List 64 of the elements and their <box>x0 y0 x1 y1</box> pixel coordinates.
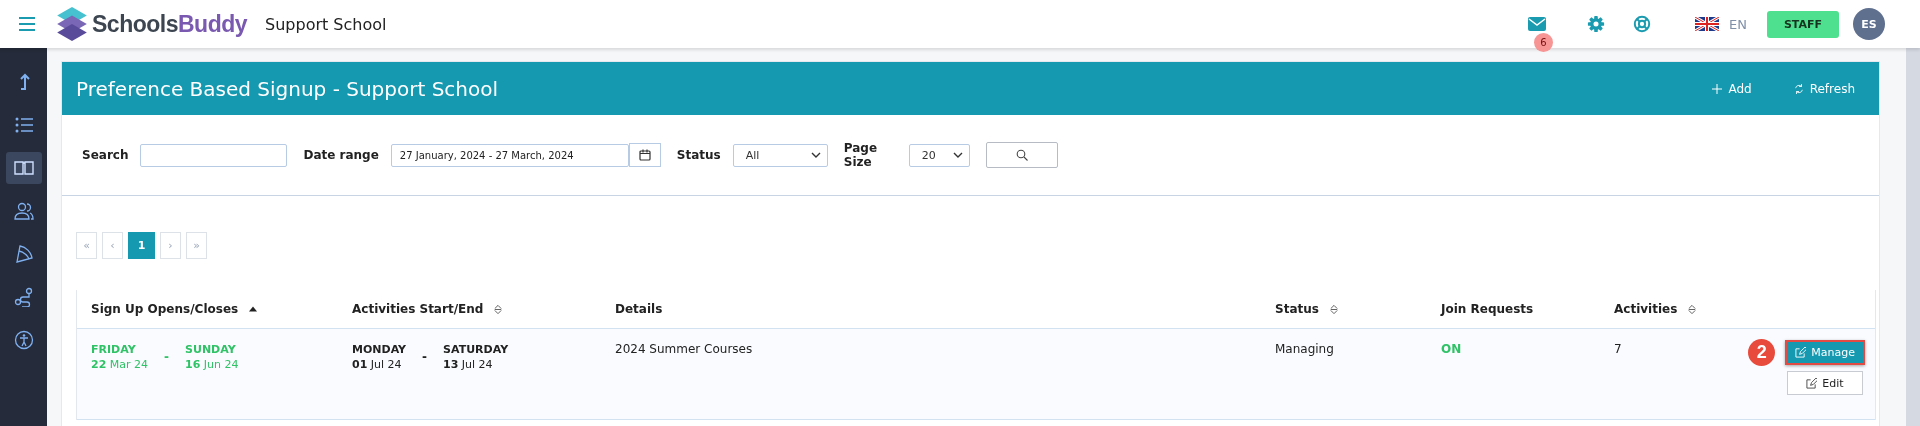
range-dash: - <box>164 349 170 364</box>
join-requests-cell: ON <box>1441 342 1462 356</box>
user-avatar[interactable]: ES <box>1853 8 1885 40</box>
status-select[interactable]: All <box>732 143 828 167</box>
page-size-label: Page Size <box>843 141 879 169</box>
step-badge: 2 <box>1748 339 1776 366</box>
school-name: Support School <box>265 14 387 34</box>
column-header[interactable]: Sign Up Opens/Closes <box>91 302 239 316</box>
sort-icon[interactable] <box>1328 303 1339 315</box>
activities-cell: 7 <box>1614 342 1622 356</box>
panel-title: Preference Based Signup - Support School <box>76 76 499 101</box>
settings-icon[interactable] <box>1587 15 1606 33</box>
logo-icon <box>56 6 88 42</box>
refresh-icon <box>1793 83 1804 94</box>
sort-icon[interactable] <box>493 303 504 315</box>
menu-icon[interactable] <box>18 15 36 33</box>
book-nav-item[interactable] <box>5 152 42 184</box>
search-icon <box>1015 149 1028 161</box>
status-label: Status <box>676 148 721 162</box>
date-label: 16 Jun 24 <box>185 357 239 372</box>
date-range-label: Date range <box>303 148 379 162</box>
users-icon <box>13 201 34 221</box>
column-header[interactable]: Join Requests <box>1441 302 1534 316</box>
date-label: 13 Jul 24 <box>443 357 494 372</box>
weekday-label: SATURDAY <box>443 342 509 357</box>
notification-badge: 6 <box>1534 33 1554 52</box>
pizza-slice-icon <box>13 244 34 264</box>
flag-icon[interactable] <box>1695 17 1720 31</box>
range-dash: - <box>422 349 428 364</box>
brand-name: SchoolsBuddy <box>92 10 248 38</box>
book-icon <box>13 158 34 178</box>
edit-icon <box>1795 347 1807 358</box>
column-header[interactable]: Activities <box>1614 302 1678 316</box>
status-value: All <box>745 148 760 162</box>
lifebuoy-icon[interactable] <box>1633 15 1652 33</box>
plus-icon <box>1712 83 1723 94</box>
date-label: 01 Jul 24 <box>352 357 403 372</box>
chevron-down-icon <box>952 152 963 158</box>
column-header[interactable]: Activities Start/End <box>352 302 484 316</box>
list-icon <box>13 115 34 135</box>
mail-icon[interactable] <box>1528 15 1547 33</box>
column-header[interactable]: Status <box>1275 302 1319 316</box>
weekday-label: FRIDAY <box>91 342 137 357</box>
weekday-label: MONDAY <box>352 342 407 357</box>
page-size-select[interactable]: 20 <box>908 143 970 167</box>
staff-button[interactable]: STAFF <box>1767 10 1839 38</box>
status-cell: Managing <box>1275 342 1334 356</box>
edit-icon <box>1806 377 1818 389</box>
calendar-button[interactable] <box>628 143 661 167</box>
sort-icon[interactable] <box>1687 303 1698 315</box>
calendar-icon <box>638 149 651 161</box>
accessibility-icon <box>13 330 34 350</box>
column-header[interactable]: Details <box>615 302 663 316</box>
date-range-field[interactable]: 27 January, 2024 - 27 March, 2024 <box>390 143 629 167</box>
date-label: 22 Mar 24 <box>91 357 149 372</box>
search-label: Search <box>82 148 129 162</box>
route-icon <box>13 287 34 307</box>
search-field[interactable] <box>140 143 288 167</box>
page-size-value: 20 <box>921 148 936 162</box>
edit-button[interactable]: Edit <box>1787 371 1863 395</box>
weekday-label: SUNDAY <box>185 342 237 357</box>
details-cell: 2024 Summer Courses <box>615 342 753 356</box>
scrollbar[interactable] <box>1906 48 1920 426</box>
chevron-down-icon <box>810 152 821 158</box>
